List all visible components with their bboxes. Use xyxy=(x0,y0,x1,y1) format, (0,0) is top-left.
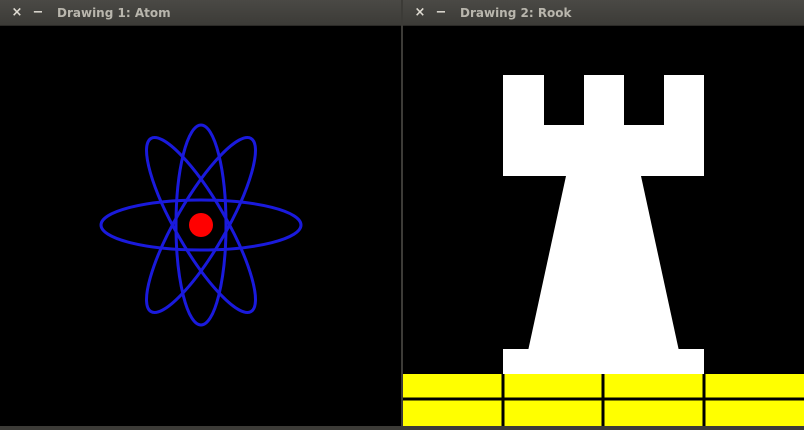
rook-body xyxy=(528,176,679,351)
atom-canvas xyxy=(0,26,401,426)
close-icon[interactable]: × xyxy=(10,6,24,20)
minimize-icon[interactable]: − xyxy=(31,6,45,20)
rook-merlon-left xyxy=(503,75,544,126)
atom-window-titlebar[interactable]: × − Drawing 1: Atom xyxy=(0,0,401,26)
atom-drawing xyxy=(99,123,303,327)
rook-drawing xyxy=(403,75,804,426)
close-icon[interactable]: × xyxy=(413,6,427,20)
minimize-icon[interactable]: − xyxy=(434,6,448,20)
rook-battlement xyxy=(503,125,704,176)
rook-window-titlebar[interactable]: × − Drawing 2: Rook xyxy=(403,0,804,26)
rook-merlon-right xyxy=(664,75,704,126)
rook-base xyxy=(503,349,704,375)
window-title: Drawing 1: Atom xyxy=(57,5,171,20)
rook-window: × − Drawing 2: Rook xyxy=(403,0,804,426)
rook-merlon-middle xyxy=(584,75,624,126)
nucleus xyxy=(189,213,213,237)
window-title: Drawing 2: Rook xyxy=(460,5,572,20)
atom-window: × − Drawing 1: Atom xyxy=(0,0,401,426)
rook-canvas xyxy=(403,26,804,426)
